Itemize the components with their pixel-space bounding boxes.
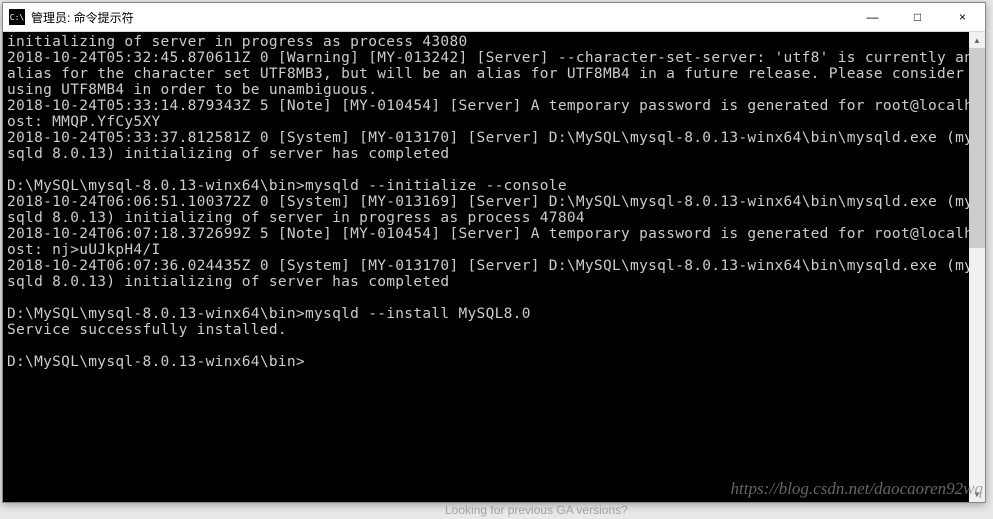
cmd-window: C:\ 管理员: 命令提示符 — □ × initializing of ser… [2,2,986,503]
scrollbar[interactable]: ▲ ▼ [969,32,985,502]
cmd-icon: C:\ [9,9,25,25]
titlebar[interactable]: C:\ 管理员: 命令提示符 — □ × [3,3,985,32]
scrollbar-down-button[interactable]: ▼ [969,486,985,502]
window-title: 管理员: 命令提示符 [31,9,850,26]
close-button[interactable]: × [940,3,985,31]
window-controls: — □ × [850,3,985,31]
scrollbar-up-button[interactable]: ▲ [969,32,985,48]
background-page-text: Looking for previous GA versions? [445,503,628,517]
maximize-button[interactable]: □ [895,3,940,31]
minimize-button[interactable]: — [850,3,895,31]
scrollbar-thumb[interactable] [969,48,985,248]
terminal-output[interactable]: initializing of server in progress as pr… [3,32,985,502]
